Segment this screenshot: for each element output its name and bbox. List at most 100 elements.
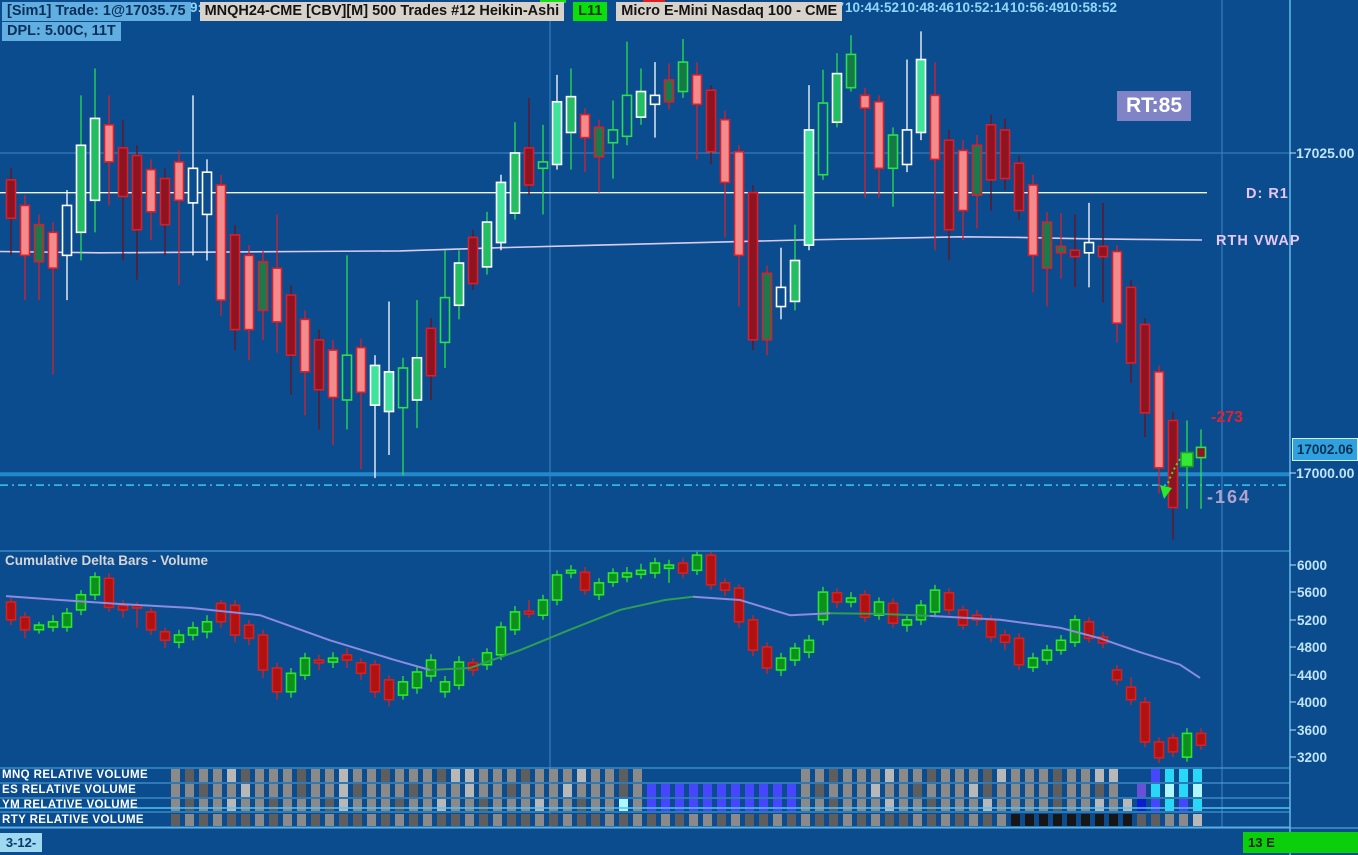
heatmap-cell [927,814,936,826]
candle-body [1027,657,1039,669]
candle-body [229,234,241,331]
candle-body [355,346,367,394]
heatmap-cell [871,814,880,826]
candle-body [299,657,311,677]
candle-body [75,144,87,234]
heatmap-cell [297,769,306,782]
heatmap-cell [857,814,866,826]
candle-body [803,639,815,653]
heatmap-cell [675,799,684,811]
candle-body [1083,241,1095,254]
candle-body [411,356,423,401]
heatmap-cell [689,814,698,826]
price-tick-label: 17025.00 [1296,145,1355,161]
heatmap-cell [815,799,824,811]
heatmap-cell [941,769,950,782]
relative-volume-row-label: ES RELATIVE VOLUME [2,784,137,796]
heatmap-cell [913,784,922,797]
heatmap-cell [437,784,446,797]
candle-body [593,582,605,596]
heatmap-cell [703,784,712,797]
header-chip-1[interactable]: MNQH24-CME [CBV][M] 500 Trades #12 Heiki… [199,2,565,21]
candle-body [761,272,773,341]
heatmap-cell [619,799,628,811]
candle-body [761,646,773,669]
candle-body [33,624,45,631]
heatmap-cell [311,769,320,782]
relative-volume-row-label: YM RELATIVE VOLUME [2,799,139,811]
heatmap-cell [549,814,558,826]
candle-body [411,671,423,689]
candle-body [705,554,717,586]
candle-body [1111,669,1123,681]
candle-body [159,177,171,226]
candle-body [901,129,913,166]
heatmap-cell [409,814,418,826]
heatmap-cell [549,799,558,811]
heatmap-cell [1193,814,1202,826]
header-chip-0[interactable]: [Sim1] Trade: 1@17035.75 [2,2,191,21]
heatmap-cell [955,814,964,826]
heatmap-cell [1039,784,1048,797]
heatmap-cell [199,814,208,826]
heatmap-cell [269,769,278,782]
heatmap-cell [647,814,656,826]
heatmap-cell [717,784,726,797]
candle-body [733,150,745,257]
heatmap-cell [395,814,404,826]
candle-body [677,562,689,574]
candle-body [691,554,703,572]
heatmap-cell [633,769,642,782]
candle-body [523,147,535,186]
heatmap-cell [913,814,922,826]
delta-tick-label: 6000 [1297,558,1328,573]
candle-body [537,161,549,170]
candle-body [663,564,675,570]
heatmap-cell [423,799,432,811]
candle-body [355,661,367,675]
candle-body [635,569,647,576]
dpl-status-chip[interactable]: DPL: 5.00C, 11T [2,22,121,41]
delta-tick-label: 5600 [1297,585,1328,600]
candle-body [943,591,955,611]
candle-body [607,572,619,584]
heatmap-cell [213,799,222,811]
chart-canvas[interactable] [0,0,1358,855]
heatmap-cell [759,814,768,826]
candle-body [831,72,843,124]
heatmap-cell [451,769,460,782]
heatmap-cell [829,814,838,826]
candle-body [887,602,899,624]
heatmap-cell [367,814,376,826]
heatmap-cell [381,799,390,811]
candle-body [187,167,199,204]
heatmap-cell [507,769,516,782]
rth-vwap-label: RTH VWAP [1216,233,1301,249]
heatmap-cell [843,814,852,826]
header-chip-2[interactable]: L11 [573,2,608,21]
candle-body [537,599,549,617]
heatmap-cell [171,769,180,782]
heatmap-cell [605,769,614,782]
candle-body [677,61,689,93]
relative-volume-row-label: RTY RELATIVE VOLUME [2,814,144,826]
delta-tick-label: 3600 [1297,723,1328,738]
candle-body [89,117,101,202]
heatmap-cell [577,784,586,797]
heatmap-cell [213,814,222,826]
header-chip-3[interactable]: Micro E-Mini Nasdaq 100 - CME [616,2,843,21]
candle-body [1069,249,1081,258]
candle-body [61,204,73,257]
candle-body [719,582,731,591]
heatmap-cell [703,799,712,811]
heatmap-cell [325,784,334,797]
candle-body [943,139,955,231]
candle-body [635,90,647,118]
heatmap-cell [1025,769,1034,782]
heatmap-cell [255,814,264,826]
candle-body [369,663,381,693]
heatmap-cell [1081,799,1090,811]
heatmap-cell [927,784,936,797]
heatmap-cell [1039,814,1048,826]
candle-body [621,572,633,578]
